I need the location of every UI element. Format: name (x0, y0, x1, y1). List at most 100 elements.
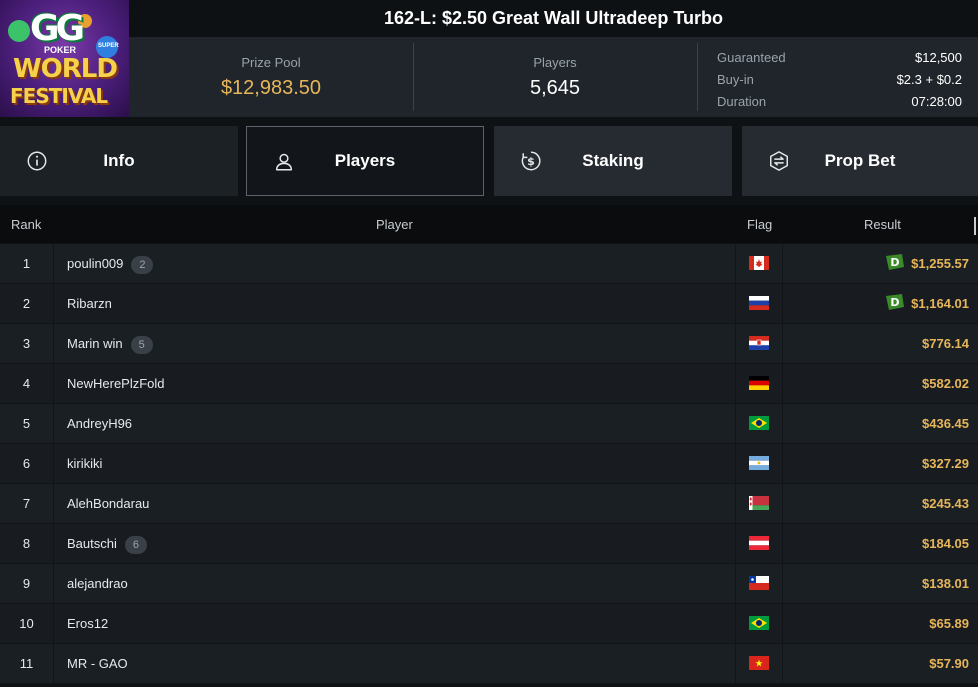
rank-cell: 8 (0, 524, 54, 563)
flag-cell (735, 484, 783, 523)
croatia-flag-icon (749, 336, 769, 350)
player-name-cell: poulin009 2 (67, 244, 154, 283)
detail-value: $12,500 (915, 49, 962, 65)
player-name-cell: Eros12 (67, 604, 108, 643)
germany-flag-icon (749, 376, 769, 390)
rank-cell: 3 (0, 324, 54, 363)
belarus-flag-icon (749, 496, 769, 510)
column-header-result[interactable]: Result (864, 217, 901, 232)
flag-cell (735, 244, 783, 283)
flag-cell (735, 324, 783, 363)
brazil-flag-icon (749, 416, 769, 430)
player-count-badge: 5 (130, 335, 153, 354)
result-cell: $776.14 (922, 324, 969, 363)
tab-players[interactable]: Players (246, 126, 484, 196)
prize-pool-value: $12,983.50 (220, 77, 322, 99)
detail-label: Buy-in (717, 71, 754, 87)
table-row[interactable]: 10 Eros12 $65.89 (0, 604, 978, 644)
column-header-rank[interactable]: Rank (11, 217, 41, 232)
argentina-flag-icon (749, 456, 769, 470)
tournament-title: 162-L: $2.50 Great Wall Ultradeep Turbo (129, 0, 978, 37)
player-name-cell: MR - GAO (67, 644, 128, 683)
player-name-cell: alejandrao (67, 564, 128, 603)
d-badge-icon: D (886, 293, 905, 310)
table-row[interactable]: 7 AlehBondarau $245.43 (0, 484, 978, 524)
result-cell: D $1,255.57 (885, 244, 969, 283)
result-cell: $327.29 (922, 444, 969, 483)
logo-green-ball (8, 20, 30, 42)
result-cell: $138.01 (922, 564, 969, 603)
column-header-flag[interactable]: Flag (747, 217, 772, 232)
player-name-cell: AndreyH96 (67, 404, 132, 443)
detail-row-buyin: Buy-in $2.3 + $0.2 (717, 68, 962, 90)
logo-world-text: WORLD (13, 54, 118, 84)
result-amount: $245.43 (922, 496, 969, 511)
table-row[interactable]: 1 poulin009 2 D $1,255.57 (0, 244, 978, 284)
flag-cell (735, 524, 783, 563)
result-amount: $138.01 (922, 576, 969, 591)
player-name-cell: Ribarzn (67, 284, 112, 323)
table-row[interactable]: 3 Marin win 5 $776.14 (0, 324, 978, 364)
result-amount: $582.02 (922, 376, 969, 391)
player-count-badge: 2 (131, 255, 154, 274)
player-count-badge: 6 (124, 535, 147, 554)
flag-cell (735, 284, 783, 323)
flag-cell (735, 564, 783, 603)
result-amount: $1,164.01 (911, 296, 969, 311)
players-value: 5,645 (529, 77, 581, 99)
column-header-player[interactable]: Player (376, 217, 413, 232)
tab-staking-label: Staking (582, 151, 644, 170)
player-name-cell: AlehBondarau (67, 484, 149, 523)
player-name-cell: Bautschi 6 (67, 524, 147, 563)
tab-info[interactable]: Info (0, 126, 238, 196)
player-name: Ribarzn (67, 296, 112, 311)
prop-bet-icon (770, 151, 788, 171)
canada-flag-icon (749, 256, 769, 270)
result-cell: $582.02 (922, 364, 969, 403)
austria-flag-icon (749, 536, 769, 550)
result-cell: $57.90 (929, 644, 969, 683)
player-name: Eros12 (67, 616, 109, 631)
tab-info-label: Info (103, 151, 135, 170)
player-name: Marin win (67, 336, 123, 351)
table-row[interactable]: 11 MR - GAO $57.90 (0, 644, 978, 684)
detail-row-duration: Duration 07:28:00 (717, 90, 962, 112)
table-row[interactable]: 9 alejandrao $138.01 (0, 564, 978, 604)
table-row[interactable]: 2 Ribarzn D $1,164.01 (0, 284, 978, 324)
table-row[interactable]: 4 NewHerePlzFold $582.02 (0, 364, 978, 404)
player-name: AlehBondarau (67, 496, 150, 511)
chile-flag-icon (749, 576, 769, 590)
result-cell: $436.45 (922, 404, 969, 443)
tab-bar: Info Players $ Staking Prop Bet (0, 126, 978, 196)
logo-festival-text: FESTIVAL (10, 84, 108, 108)
scrollbar-thumb[interactable] (974, 217, 976, 235)
tab-prop-bet[interactable]: Prop Bet (742, 126, 978, 196)
gg-world-festival-logo: SUPER GG POKER WORLD FESTIVAL (0, 0, 129, 117)
tab-staking[interactable]: $ Staking (494, 126, 732, 196)
stats-divider (697, 43, 698, 111)
tournament-header: SUPER GG POKER WORLD FESTIVAL 162-L: $2.… (0, 0, 978, 117)
rank-cell: 1 (0, 244, 54, 283)
svg-text:D: D (891, 296, 900, 309)
rank-cell: 6 (0, 444, 54, 483)
vietnam-flag-icon (749, 656, 769, 670)
detail-label: Duration (717, 93, 767, 109)
result-cell: D $1,164.01 (885, 284, 969, 323)
flag-cell (735, 444, 783, 483)
players-stat: Players 5,645 (413, 37, 697, 117)
table-row[interactable]: 8 Bautschi 6 $184.05 (0, 524, 978, 564)
table-row[interactable]: 6 kirikiki $327.29 (0, 444, 978, 484)
flag-cell (735, 404, 783, 443)
player-name-cell: NewHerePlzFold (67, 364, 165, 403)
player-name-cell: kirikiki (67, 444, 102, 483)
rank-cell: 10 (0, 604, 54, 643)
table-row[interactable]: 5 AndreyH96 $436.45 (0, 404, 978, 444)
player-name-cell: Marin win 5 (67, 324, 153, 363)
detail-value: 07:28:00 (911, 93, 962, 109)
result-amount: $57.90 (929, 656, 969, 671)
rank-cell: 7 (0, 484, 54, 523)
players-table-header: Rank Player Flag Result (0, 205, 978, 243)
detail-value: $2.3 + $0.2 (896, 71, 962, 87)
result-amount: $436.45 (922, 416, 969, 431)
detail-row-guaranteed: Guaranteed $12,500 (717, 46, 962, 68)
